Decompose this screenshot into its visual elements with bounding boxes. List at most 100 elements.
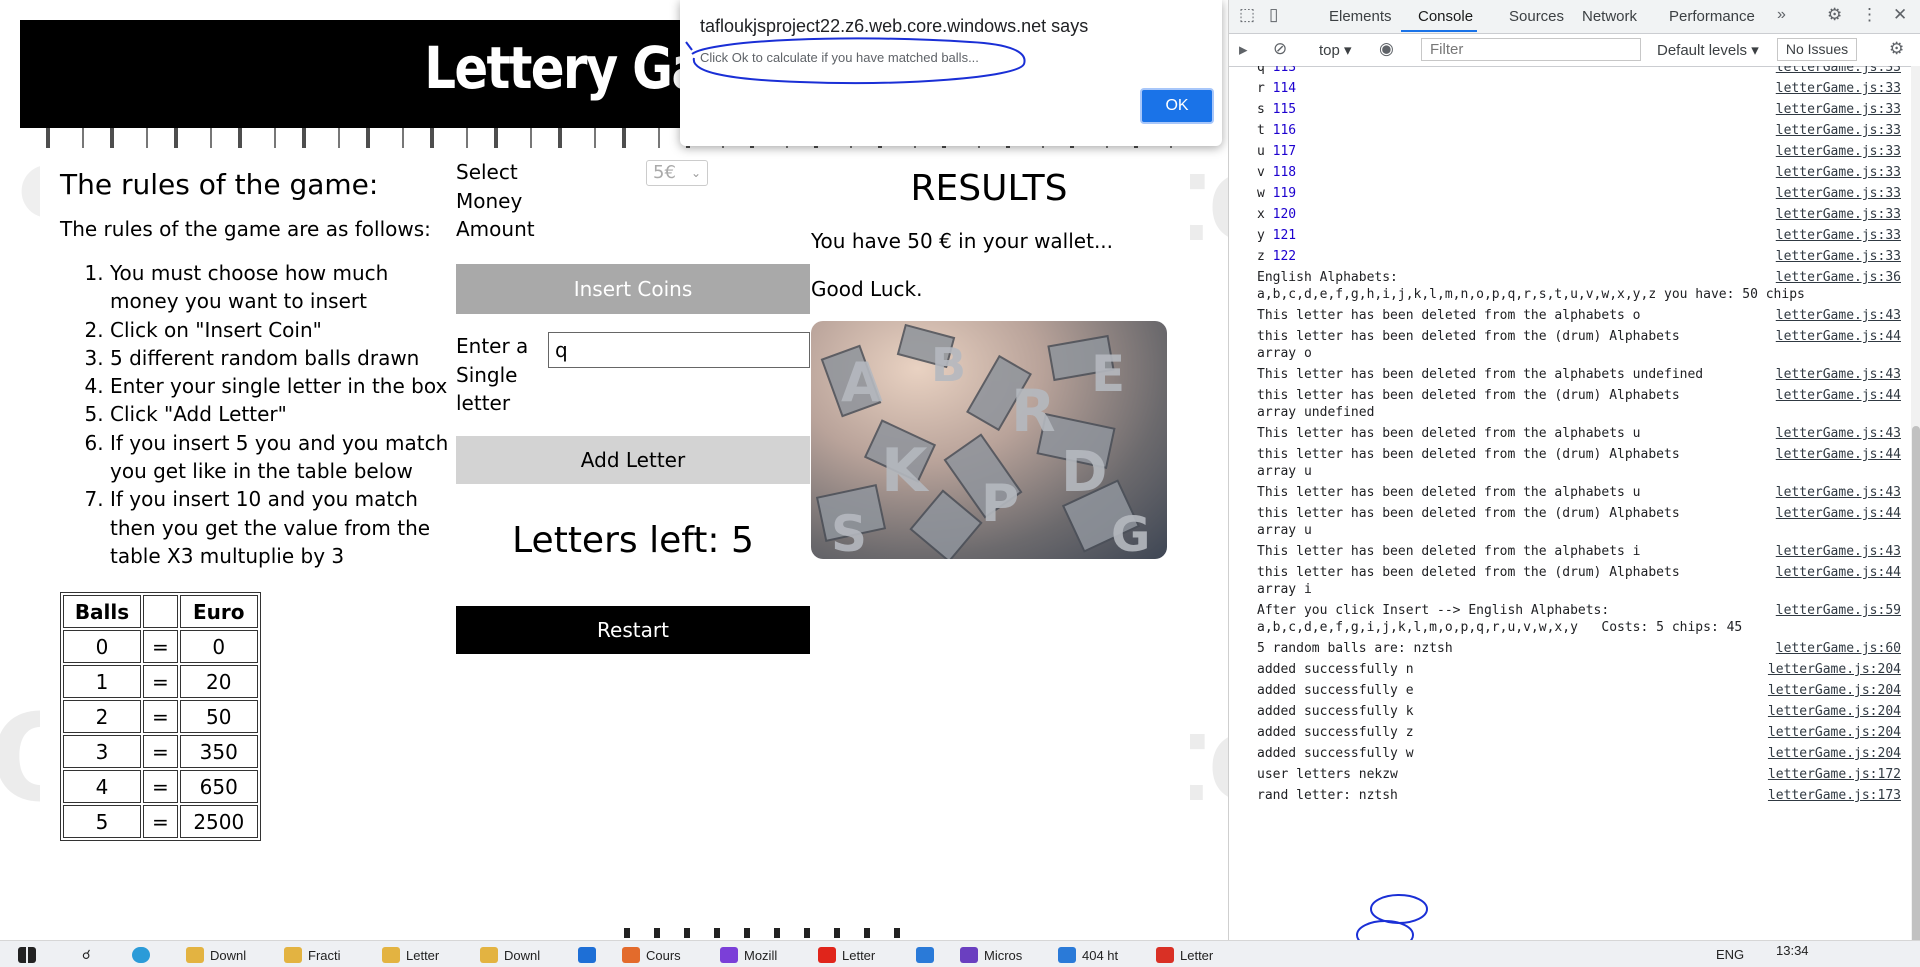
table-row: 1 = 20: [63, 665, 258, 699]
rules-heading: The rules of the game:: [60, 168, 379, 201]
taskbar-app-label: Downl: [504, 948, 541, 963]
rule-item: Enter your single letter in the box: [110, 372, 460, 400]
taskbar-app-label: Cours: [646, 948, 681, 963]
devtools-panel: ⬚ ▯ Elements Console Sources Network Per…: [1228, 0, 1920, 940]
svg-text:R: R: [1011, 377, 1056, 445]
taskbar-app[interactable]: [916, 947, 940, 967]
alert-dialog: tafloukjsproject22.z6.web.core.windows.n…: [680, 0, 1222, 146]
app-icon: [916, 947, 934, 963]
rule-item: 5 different random balls drawn: [110, 344, 460, 372]
app-icon: [186, 947, 204, 963]
letters-image: A B R E K P D S G: [811, 321, 1167, 559]
taskbar-app[interactable]: Letter: [1156, 947, 1213, 967]
table-row: 3 = 350: [63, 735, 258, 769]
cell-euro: 2500: [179, 805, 258, 839]
taskbar-app[interactable]: Letter: [382, 947, 439, 967]
svg-text:S: S: [831, 505, 867, 559]
results-heading: RESULTS: [910, 168, 1068, 209]
cell-euro: 650: [179, 770, 258, 804]
taskbar-app[interactable]: Letter: [818, 947, 875, 967]
table-header-row: Balls Euro: [63, 595, 258, 629]
cell-euro: 50: [179, 700, 258, 734]
alert-title: tafloukjsproject22.z6.web.core.windows.n…: [700, 16, 1089, 36]
header-euro: Euro: [179, 595, 258, 629]
payout-table: Balls Euro 0 = 0 1 = 20 2 = 50 3 = 350 4 = 650 5 = 2…: [60, 592, 261, 842]
rules-column: The rules of the game: The rules of the …: [60, 148, 460, 842]
app-icon: [960, 947, 978, 963]
taskbar-app[interactable]: Micros: [960, 947, 1022, 967]
rule-item: If you insert 5 you and you match you ge…: [110, 429, 460, 486]
taskbar: ☌ Downl Fracti Letter Downl Cours Mozill Lette…: [0, 940, 1920, 967]
taskbar-app-label: Mozill: [744, 948, 778, 963]
svg-text:K: K: [881, 436, 930, 506]
wallet-text: You have 50 € in your wallet...: [811, 229, 1114, 253]
search-icon[interactable]: ☌: [82, 947, 91, 967]
header-eq: [143, 595, 178, 629]
svg-text:P: P: [981, 474, 1019, 534]
results-column: RESULTS You have 50 € in your wallet... …: [811, 148, 1171, 559]
alert-message: Click Ok to calculate if you have matche…: [700, 50, 979, 65]
svg-text:G: G: [1111, 507, 1150, 559]
money-amount-select[interactable]: 5€ ⌄: [646, 160, 708, 186]
cell-eq: =: [143, 805, 178, 839]
table-row: 0 = 0: [63, 630, 258, 664]
svg-text:A: A: [841, 351, 883, 414]
edge-browser-icon[interactable]: [132, 947, 156, 967]
taskbar-app[interactable]: 404 ht: [1058, 947, 1118, 967]
svg-text:E: E: [1091, 345, 1125, 403]
app-icon: [480, 947, 498, 963]
taskbar-app-label: Fracti: [308, 948, 341, 963]
restart-button[interactable]: Restart: [456, 606, 810, 654]
rules-list: You must choose how much money you want …: [60, 259, 460, 570]
taskbar-app-label: Letter: [842, 948, 876, 963]
game-container: The rules of the game: The rules of the …: [40, 148, 1190, 928]
cell-balls: 5: [63, 805, 141, 839]
cell-eq: =: [143, 735, 178, 769]
money-amount-value: 5€: [653, 162, 676, 183]
svg-text:B: B: [931, 338, 966, 392]
cell-euro: 20: [179, 665, 258, 699]
rule-item: Click on "Insert Coin": [110, 316, 460, 344]
cell-euro: 350: [179, 735, 258, 769]
cell-balls: 0: [63, 630, 141, 664]
app-icon: [284, 947, 302, 963]
cell-balls: 4: [63, 770, 141, 804]
start-button[interactable]: [18, 947, 42, 967]
taskbar-app-label: Micros: [984, 948, 1023, 963]
taskbar-app[interactable]: Mozill: [720, 947, 777, 967]
console-annotations: [1356, 894, 1428, 940]
clock[interactable]: 13:34: [1776, 943, 1809, 958]
cell-eq: =: [143, 665, 178, 699]
svg-text:D: D: [1061, 440, 1107, 505]
cell-eq: =: [143, 770, 178, 804]
taskbar-app[interactable]: Fracti: [284, 947, 341, 967]
letter-input[interactable]: q: [548, 332, 810, 368]
taskbar-app[interactable]: Cours: [622, 947, 681, 967]
ok-button[interactable]: OK: [1140, 88, 1214, 124]
taskbar-app[interactable]: Downl: [186, 947, 246, 967]
taskbar-app[interactable]: [578, 947, 602, 967]
money-amount-label: Select Money Amount: [456, 160, 535, 241]
app-icon: [1058, 947, 1076, 963]
windows-logo-icon: [18, 947, 36, 963]
annotation-scribble: [685, 37, 1026, 85]
table-row: 5 = 2500: [63, 805, 258, 839]
good-luck-text: Good Luck.: [811, 277, 923, 301]
cell-balls: 2: [63, 700, 141, 734]
cell-balls: 1: [63, 665, 141, 699]
table-row: 4 = 650: [63, 770, 258, 804]
app-icon: [382, 947, 400, 963]
app-icon: [1156, 947, 1174, 963]
language-indicator[interactable]: ENG: [1716, 947, 1744, 967]
letters-left-counter: Letters left: 5: [512, 520, 754, 561]
insert-coins-button[interactable]: Insert Coins: [456, 264, 810, 314]
add-letter-button[interactable]: Add Letter: [456, 436, 810, 484]
taskbar-app-label: Letter: [406, 948, 440, 963]
app-icon: [818, 947, 836, 963]
app-icon: [578, 947, 596, 963]
chevron-down-icon: ⌄: [690, 166, 701, 180]
taskbar-app[interactable]: Downl: [480, 947, 540, 967]
rule-item: Click "Add Letter": [110, 400, 460, 428]
letters-image-art: A B R E K P D S G: [815, 323, 1150, 559]
taskbar-app-label: Letter: [1180, 948, 1214, 963]
